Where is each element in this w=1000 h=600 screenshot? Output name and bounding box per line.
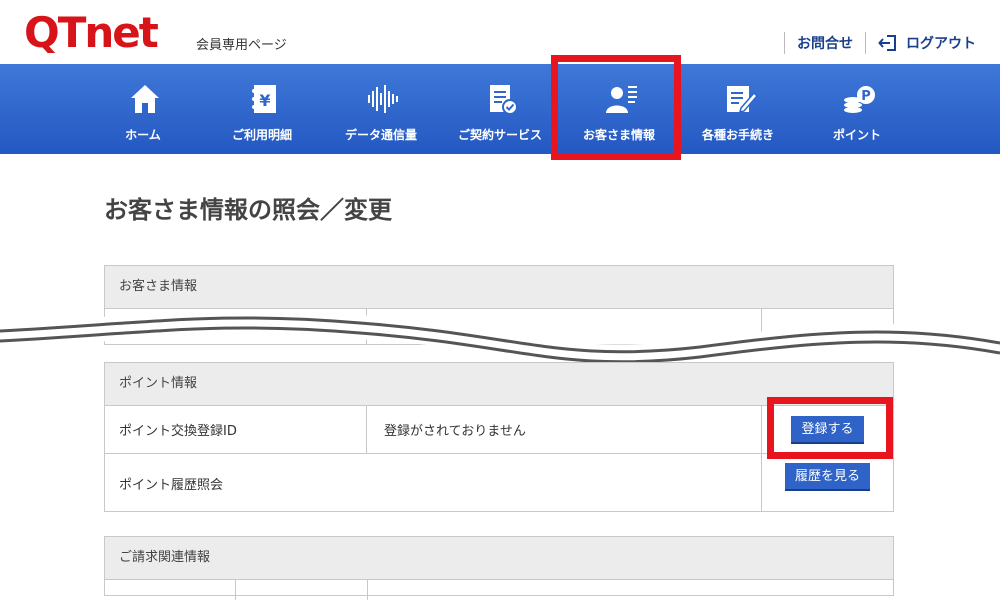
yen-book-icon: ¥ xyxy=(252,85,276,113)
table-row: ポイント履歴照会 履歴を見る xyxy=(105,454,893,512)
nav-data-usage[interactable]: データ通信量 xyxy=(326,64,436,154)
header-links: お問合せ ログアウト xyxy=(772,32,976,54)
row-label: ポイント交換登録ID xyxy=(105,406,367,453)
contact-link[interactable]: お問合せ xyxy=(797,33,853,53)
highlight-box-register xyxy=(767,397,893,459)
highlight-box-nav xyxy=(551,55,681,160)
section-header: お客さま情報 xyxy=(105,266,893,309)
logout-link[interactable]: ログアウト xyxy=(878,33,976,53)
nav-points[interactable]: P ポイント xyxy=(802,64,912,154)
header-subtitle: 会員専用ページ xyxy=(196,38,287,53)
svg-text:P: P xyxy=(861,89,871,104)
nav-contract-services[interactable]: ご契約サービス xyxy=(445,64,555,154)
row-value: 登録がされておりません xyxy=(384,424,526,439)
nav-label: ご契約サービス xyxy=(457,128,542,142)
divider xyxy=(784,32,785,54)
main-nav: ホーム ¥ ご利用明細 データ通信量 ご契約サービス お客さま情報 各種お手続き… xyxy=(0,64,1000,154)
divider xyxy=(235,580,236,600)
contract-check-icon xyxy=(490,85,518,115)
billing-info-table: ご請求関連情報 xyxy=(104,536,894,600)
divider xyxy=(367,580,368,600)
nav-label: データ通信量 xyxy=(344,128,417,142)
coins-point-icon: P xyxy=(844,86,875,113)
nav-label: ホーム xyxy=(125,128,161,142)
logout-label: ログアウト xyxy=(906,36,976,52)
svg-text:¥: ¥ xyxy=(259,91,270,110)
site-header: QTnet 会員専用ページ お問合せ ログアウト xyxy=(0,0,1000,64)
table-row xyxy=(105,580,893,600)
nav-procedures[interactable]: 各種お手続き xyxy=(683,64,793,154)
row-label: ポイント履歴照会 xyxy=(119,477,224,493)
nav-label: ポイント xyxy=(832,128,881,142)
nav-label: 各種お手続き xyxy=(701,128,774,142)
sound-wave-icon xyxy=(368,85,398,113)
edit-document-icon xyxy=(727,86,757,114)
divider xyxy=(865,32,866,54)
home-icon xyxy=(131,85,159,113)
nav-home[interactable]: ホーム xyxy=(88,64,198,154)
view-history-button[interactable]: 履歴を見る xyxy=(784,463,870,491)
logout-icon xyxy=(878,35,896,51)
page-title: お客さま情報の照会／変更 xyxy=(104,196,392,224)
qtnet-logo[interactable]: QTnet xyxy=(24,10,159,56)
nav-usage-details[interactable]: ¥ ご利用明細 xyxy=(207,64,317,154)
nav-label: ご利用明細 xyxy=(231,128,292,142)
section-header: ご請求関連情報 xyxy=(105,537,893,580)
row-action-cell: 履歴を見る xyxy=(761,454,893,512)
